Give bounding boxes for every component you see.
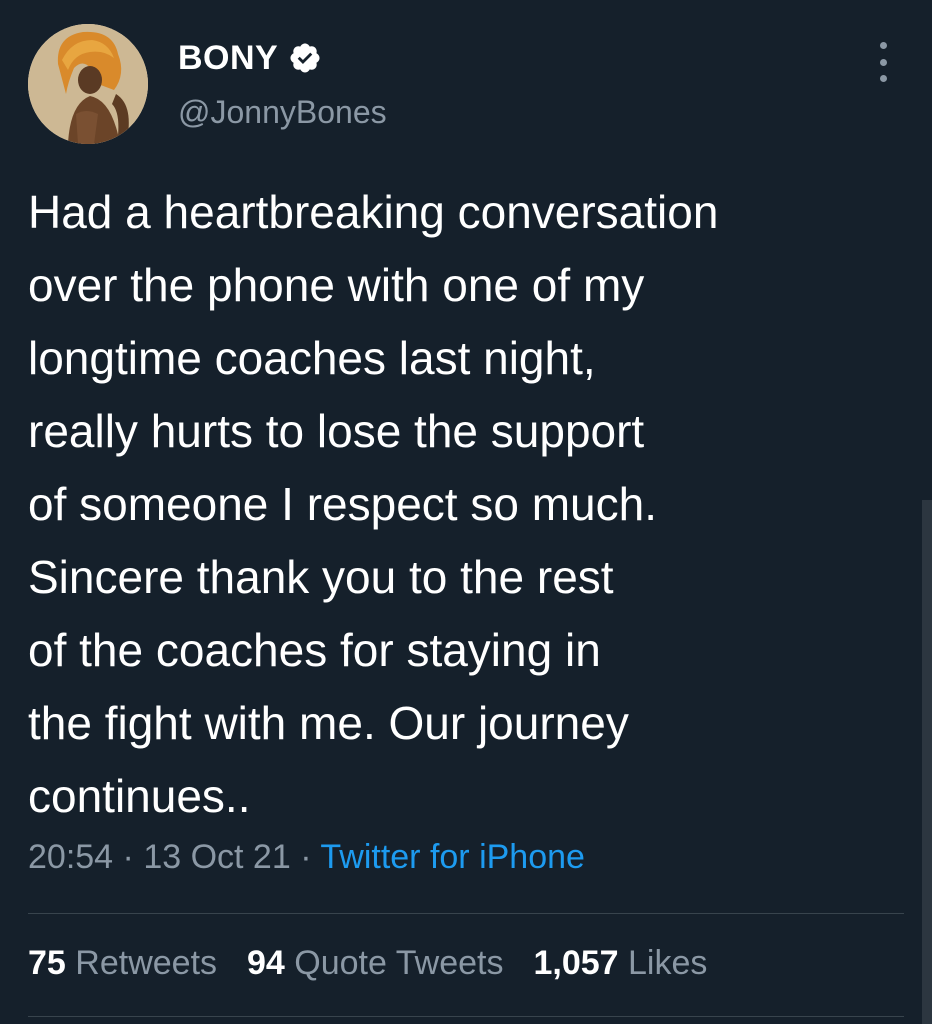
name-row: BONY: [178, 36, 322, 80]
divider: [28, 1016, 904, 1017]
tweet-meta: 20:54 · 13 Oct 21 · Twitter for iPhone: [28, 838, 585, 877]
retweets-stat[interactable]: 75 Retweets: [28, 944, 217, 983]
scrollbar[interactable]: [922, 500, 932, 1024]
likes-count: 1,057: [533, 944, 619, 982]
meta-separator: ·: [122, 838, 134, 876]
avatar[interactable]: [28, 24, 148, 144]
more-dot: [879, 42, 887, 49]
more-options-icon[interactable]: [868, 42, 898, 82]
divider: [28, 913, 904, 914]
avatar-image: [28, 24, 148, 144]
tweet-text-line: longtime coaches last night,: [28, 332, 596, 384]
retweets-label: Retweets: [75, 944, 218, 982]
retweets-count: 75: [28, 944, 66, 982]
tweet-text-line: really hurts to lose the support: [28, 405, 645, 457]
tweet-text-line: over the phone with one of my: [28, 259, 645, 311]
verified-badge-icon: [288, 41, 322, 75]
tweet-text-line: continues..: [28, 770, 251, 822]
tweet-text: Had a heartbreaking conversation over th…: [28, 176, 908, 833]
tweet-text-line: the fight with me. Our journey: [28, 697, 629, 749]
more-dot: [879, 58, 887, 66]
display-name[interactable]: BONY: [178, 39, 278, 78]
tweet-stats: 75 Retweets 94 Quote Tweets 1,057 Likes: [28, 944, 737, 983]
tweet-source-link[interactable]: Twitter for iPhone: [320, 838, 585, 876]
quote-tweets-label: Quote Tweets: [294, 944, 504, 982]
quote-tweets-count: 94: [247, 944, 285, 982]
tweet-detail: BONY @JonnyBones Had a heartbreaking con…: [0, 0, 932, 1024]
user-handle[interactable]: @JonnyBones: [178, 94, 387, 131]
tweet-text-line: of someone I respect so much.: [28, 478, 657, 530]
more-dot: [879, 75, 887, 82]
tweet-text-line: Had a heartbreaking conversation: [28, 186, 719, 238]
tweet-date[interactable]: 13 Oct 21: [143, 838, 290, 876]
likes-stat[interactable]: 1,057 Likes: [533, 944, 707, 983]
quote-tweets-stat[interactable]: 94 Quote Tweets: [247, 944, 503, 983]
likes-label: Likes: [628, 944, 708, 982]
tweet-text-line: Sincere thank you to the rest: [28, 551, 614, 603]
meta-separator: ·: [300, 838, 312, 876]
tweet-time[interactable]: 20:54: [28, 838, 113, 876]
tweet-text-line: of the coaches for staying in: [28, 624, 601, 676]
